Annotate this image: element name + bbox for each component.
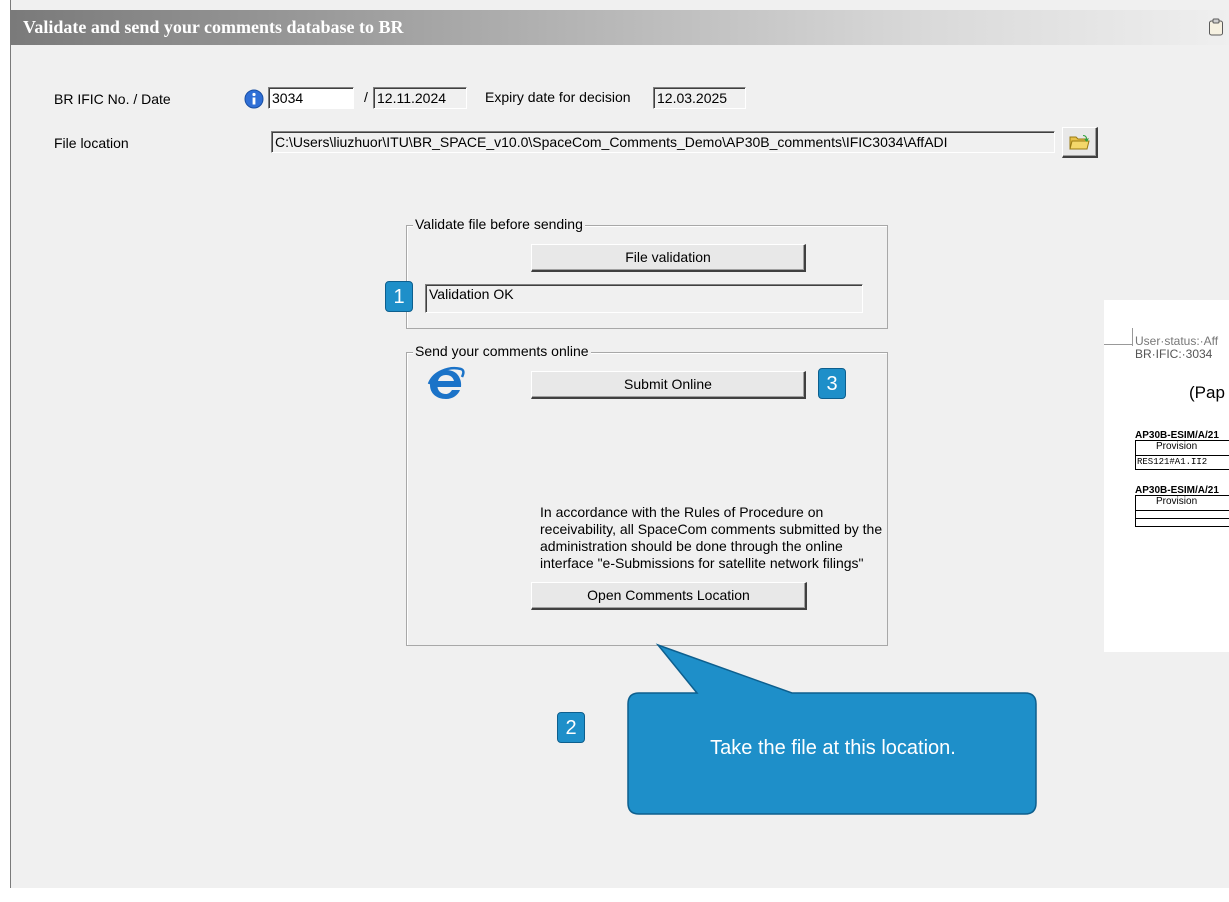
submit-online-button[interactable]: Submit Online — [531, 371, 806, 399]
ific-label: BR IFIC No. / Date — [54, 91, 171, 107]
doc-cell-1: RES121#A1.II2 — [1137, 457, 1208, 467]
doc-margin-mark — [1132, 328, 1133, 346]
ific-number-field[interactable]: 3034 — [268, 87, 354, 109]
badge-1: 1 — [385, 281, 413, 312]
date-separator: / — [364, 89, 368, 105]
validation-status-field: Validation OK — [425, 284, 863, 313]
callout-text: Take the file at this location. — [710, 737, 956, 759]
rules-note: In accordance with the Rules of Procedur… — [540, 504, 883, 571]
doc-heading: (Pap — [1189, 383, 1225, 402]
doc-status-line: User·status:·Aff — [1135, 334, 1219, 348]
expiry-label: Expiry date for decision — [485, 89, 631, 105]
send-group-legend: Send your comments online — [413, 343, 591, 359]
clipboard-icon — [1209, 18, 1223, 36]
document-preview: User·status:·Aff BR·IFIC:·3034 (Pap AP30… — [1104, 300, 1229, 652]
internet-explorer-icon — [427, 367, 465, 399]
doc-margin-line — [1104, 344, 1132, 345]
badge-3: 3 — [818, 368, 846, 399]
open-folder-icon — [1069, 135, 1090, 150]
ific-date-field[interactable]: 12.11.2024 — [373, 87, 467, 109]
expiry-date-field[interactable]: 12.03.2025 — [653, 87, 746, 109]
doc-provision-1: Provision — [1156, 441, 1198, 452]
info-icon[interactable] — [244, 89, 264, 109]
app-window: Validate and send your comments database… — [10, 0, 1229, 888]
browse-button[interactable] — [1062, 127, 1098, 158]
file-validation-button[interactable]: File validation — [531, 244, 806, 272]
doc-ific-line: BR·IFIC:·3034 — [1135, 347, 1213, 361]
doc-provision-2: Provision — [1156, 496, 1198, 507]
file-location-field[interactable]: C:\Users\liuzhuor\ITU\BR_SPACE_v10.0\Spa… — [271, 131, 1055, 153]
badge-2: 2 — [557, 712, 585, 743]
validate-group — [406, 225, 888, 329]
open-comments-location-button[interactable]: Open Comments Location — [531, 582, 807, 610]
window-title: Validate and send your comments database… — [23, 17, 404, 37]
file-location-label: File location — [54, 135, 129, 151]
title-bar: Validate and send your comments database… — [11, 10, 1229, 45]
validate-group-legend: Validate file before sending — [413, 216, 585, 232]
